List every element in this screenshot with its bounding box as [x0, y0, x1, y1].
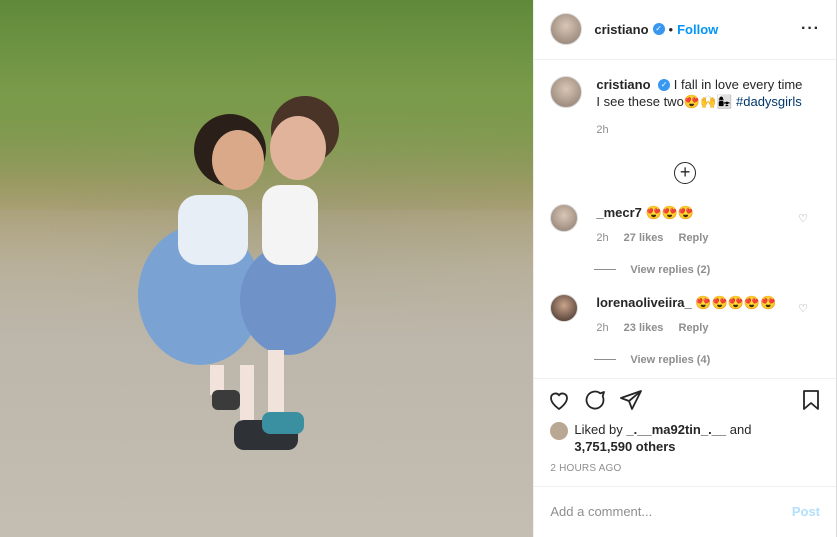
post-timestamp: 2 HOURS AGO: [550, 462, 622, 474]
verified-badge-icon: ✓: [652, 23, 665, 36]
shirt-left: [178, 195, 248, 265]
share-paper-plane-icon[interactable]: [618, 387, 644, 413]
view-replies-label: View replies (2): [630, 263, 711, 276]
more-horizontal-icon[interactable]: ···: [801, 20, 820, 38]
caption-emojis: 😍🙌👩‍👧: [683, 93, 733, 109]
add-comment-bar: Add a comment... Post: [534, 485, 836, 537]
comment-avatar[interactable]: [550, 203, 579, 232]
comment-text: 😍😍😍😍😍: [695, 294, 777, 310]
comment-like-heart-icon[interactable]: ♡: [798, 302, 808, 315]
likes-middle: and: [726, 421, 752, 437]
post-header: cristiano ✓ • Follow ···: [534, 0, 836, 60]
caption-time: 2h: [596, 123, 609, 136]
author-avatar[interactable]: [550, 13, 583, 46]
comment-likes[interactable]: 27 likes: [624, 232, 664, 244]
caption-text-block: cristiano ✓ I fall in love every time I …: [596, 76, 806, 110]
comments-section: cristiano ✓ I fall in love every time I …: [534, 60, 836, 378]
likes-prefix: Liked by: [574, 421, 627, 437]
view-replies-button[interactable]: View replies (4): [594, 354, 820, 366]
add-comment-input[interactable]: Add a comment...: [550, 504, 791, 519]
comment-like-heart-icon[interactable]: ♡: [798, 212, 808, 225]
caption-hashtag[interactable]: #dadysgirls: [736, 94, 802, 109]
post-sidebar: cristiano ✓ • Follow ··· cristiano ✓ I f…: [533, 0, 836, 537]
likes-summary: Liked by _.__ma92tin_.__ and 3,751,590 o…: [534, 421, 836, 455]
comment-username[interactable]: _mecr7: [596, 205, 642, 220]
save-bookmark-icon[interactable]: [798, 387, 824, 413]
follow-button[interactable]: Follow: [677, 22, 718, 37]
face-right: [270, 116, 326, 180]
comment-item: _mecr7 😍😍😍 2h 27 likes Reply ♡: [550, 203, 820, 244]
view-replies-button[interactable]: View replies (2): [594, 264, 820, 276]
comment-time: 2h: [596, 231, 609, 244]
instagram-post: cristiano ✓ • Follow ··· cristiano ✓ I f…: [0, 0, 837, 537]
post-photo[interactable]: [0, 0, 534, 537]
replies-divider: [594, 269, 617, 271]
author-username[interactable]: cristiano: [594, 22, 648, 37]
comment-avatar[interactable]: [550, 293, 579, 322]
comment-username[interactable]: lorenaoliveiira_: [596, 295, 691, 310]
comment-time: 2h: [596, 321, 609, 334]
comment-reply-button[interactable]: Reply: [679, 232, 709, 244]
liker-username[interactable]: _.__ma92tin_.__: [626, 422, 726, 437]
replies-divider: [594, 359, 617, 361]
comment-text: 😍😍😍: [645, 204, 695, 220]
post-caption: cristiano ✓ I fall in love every time I …: [550, 75, 820, 136]
load-more-comments-icon[interactable]: +: [674, 161, 697, 184]
liker-avatar[interactable]: [550, 421, 569, 440]
likes-count[interactable]: 3,751,590 others: [574, 439, 675, 454]
verified-badge-icon: ✓: [658, 79, 671, 92]
comment-bubble-icon[interactable]: [582, 387, 608, 413]
post-actions-bar: [534, 377, 836, 421]
view-replies-label: View replies (4): [630, 353, 711, 366]
header-separator: •: [668, 21, 674, 37]
caption-avatar[interactable]: [550, 75, 583, 108]
comment-item: lorenaoliveiira_ 😍😍😍😍😍 2h 23 likes Reply…: [550, 293, 820, 334]
comment-reply-button[interactable]: Reply: [679, 322, 709, 334]
photo-subjects: [138, 96, 339, 450]
shirt-right: [262, 185, 318, 265]
comment-likes[interactable]: 23 likes: [624, 322, 664, 334]
like-heart-icon[interactable]: [546, 387, 572, 413]
caption-username[interactable]: cristiano: [596, 77, 650, 92]
face-left: [212, 130, 264, 190]
post-comment-button[interactable]: Post: [792, 504, 820, 519]
